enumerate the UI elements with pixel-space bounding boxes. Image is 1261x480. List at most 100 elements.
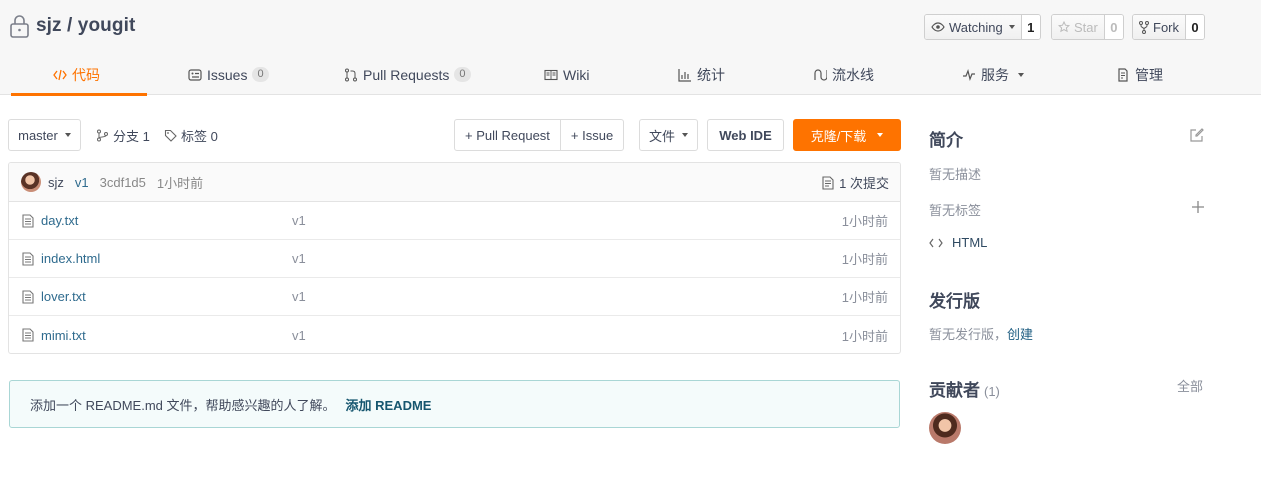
watch-count[interactable]: 1: [1021, 15, 1040, 39]
chevron-down-icon: [1018, 72, 1024, 77]
issues-icon: [188, 68, 202, 82]
avatar[interactable]: [21, 172, 41, 192]
file-commit-message[interactable]: v1: [292, 328, 306, 343]
file-name[interactable]: mimi.txt: [41, 328, 86, 343]
file-menu-button[interactable]: 文件: [639, 119, 698, 151]
file-list: sjz v1 3cdf1d5 1小时前 1 次提交 day.txt v1 1小时…: [8, 162, 901, 354]
file-icon: [22, 251, 34, 266]
tab-manage[interactable]: 管理: [1116, 54, 1163, 95]
contributors-title: 贡献者: [929, 381, 980, 400]
commit-hash[interactable]: 3cdf1d5: [100, 175, 146, 190]
create-group: + Pull Request + Issue: [454, 119, 625, 151]
table-row[interactable]: mimi.txt v1 1小时前: [9, 316, 900, 353]
branch-select[interactable]: master: [8, 119, 81, 151]
table-row[interactable]: index.html v1 1小时前: [9, 240, 900, 278]
contributors-heading: 贡献者 (1): [929, 376, 1000, 401]
file-icon: [22, 328, 34, 342]
clone-download-button[interactable]: 克隆/下载: [793, 119, 901, 151]
bar-chart-icon: [678, 68, 692, 82]
code-icon: [53, 68, 67, 82]
new-pull-request-button[interactable]: + Pull Request: [455, 120, 561, 150]
commit-count-link[interactable]: 1 次提交: [822, 163, 889, 202]
releases-heading: 发行版: [929, 292, 980, 311]
tab-pipeline-label: 流水线: [832, 66, 874, 83]
file-name[interactable]: day.txt: [41, 213, 78, 228]
tab-issues[interactable]: Issues 0: [188, 54, 269, 95]
tag-icon: [164, 129, 177, 142]
pulse-icon: [962, 68, 976, 82]
repo-header: sjz / yougit Watching 1 Star 0 Fork 0 代码…: [0, 0, 1261, 96]
file-menu-label: 文件: [648, 128, 675, 144]
watch-control[interactable]: Watching 1: [924, 14, 1041, 40]
star-button[interactable]: Star: [1052, 15, 1105, 39]
tab-services-label: 服务: [981, 66, 1009, 83]
table-row[interactable]: day.txt v1 1小时前: [9, 202, 900, 240]
create-release-link[interactable]: 创建: [1007, 327, 1033, 342]
chevron-down-icon: [64, 133, 71, 137]
tab-code[interactable]: 代码: [11, 54, 147, 96]
commit-author[interactable]: sjz: [48, 175, 64, 190]
commit-message[interactable]: v1: [75, 175, 89, 190]
tab-wiki-label: Wiki: [563, 66, 590, 83]
file-icon: [22, 289, 34, 304]
web-ide-button[interactable]: Web IDE: [707, 119, 784, 151]
no-description: 暂无描述: [929, 167, 982, 182]
branches-link[interactable]: 分支 1: [96, 126, 150, 145]
star-count[interactable]: 0: [1104, 15, 1123, 39]
tab-code-label: 代码: [72, 66, 100, 83]
tags-link[interactable]: 标签 0: [164, 126, 218, 145]
tab-services[interactable]: 服务: [962, 54, 1024, 95]
tab-manage-label: 管理: [1135, 66, 1163, 83]
chevron-down-icon: [682, 133, 688, 137]
file-name[interactable]: lover.txt: [41, 289, 86, 304]
repo-title: sjz / yougit: [9, 14, 135, 38]
eye-icon: [931, 22, 945, 32]
language-label: HTML: [952, 235, 988, 250]
add-readme-link[interactable]: 添加 README: [346, 395, 432, 414]
file-time: 1小时前: [841, 214, 888, 229]
star-label: Star: [1074, 19, 1098, 35]
star-icon: [1058, 21, 1070, 33]
code-icon: [929, 237, 943, 249]
tags-label: 标签 0: [181, 129, 218, 144]
issues-count-badge: 0: [252, 67, 269, 82]
chevron-down-icon: [1008, 25, 1015, 29]
new-issue-button[interactable]: + Issue: [561, 120, 623, 150]
releases-info: 暂无发行版，创建: [929, 324, 1033, 343]
file-name[interactable]: index.html: [41, 251, 100, 266]
commit-count: 1 次提交: [839, 176, 889, 191]
commit-history-icon: [822, 175, 834, 190]
edit-icon[interactable]: [1189, 127, 1205, 143]
branch-name: master: [18, 127, 58, 143]
latest-commit-bar: sjz v1 3cdf1d5 1小时前 1 次提交: [9, 163, 900, 202]
language-tag[interactable]: HTML: [929, 235, 987, 250]
file-commit-message[interactable]: v1: [292, 251, 306, 266]
star-control[interactable]: Star 0: [1051, 14, 1124, 40]
tab-stats-label: 统计: [697, 66, 725, 83]
no-tags: 暂无标签: [929, 203, 982, 218]
fork-button[interactable]: Fork: [1133, 15, 1186, 39]
readme-notice: 添加一个 README.md 文件，帮助感兴趣的人了解。 添加 README: [9, 380, 900, 428]
avatar[interactable]: [929, 412, 961, 444]
tab-pipeline[interactable]: 流水线: [813, 54, 874, 95]
fork-count[interactable]: 0: [1186, 15, 1204, 39]
fork-control[interactable]: Fork 0: [1132, 14, 1205, 40]
plus-icon[interactable]: [1191, 200, 1205, 214]
tab-wiki[interactable]: Wiki: [544, 54, 589, 95]
file-time: 1小时前: [841, 290, 888, 305]
table-row[interactable]: lover.txt v1 1小时前: [9, 278, 900, 316]
settings-doc-icon: [1116, 67, 1130, 82]
tab-stats[interactable]: 统计: [678, 54, 725, 95]
file-commit-message[interactable]: v1: [292, 289, 306, 304]
branch-icon: [96, 129, 109, 142]
repo-name[interactable]: sjz / yougit: [36, 15, 135, 37]
file-time: 1小时前: [841, 328, 888, 344]
pipeline-icon: [813, 68, 827, 82]
fork-label: Fork: [1153, 19, 1179, 35]
tab-pull-requests[interactable]: Pull Requests 0: [344, 54, 471, 95]
watch-button[interactable]: Watching: [925, 15, 1022, 39]
chevron-down-icon: [877, 133, 884, 137]
contributors-count: (1): [984, 384, 1000, 399]
all-contributors-link[interactable]: 全部: [1177, 376, 1203, 395]
file-commit-message[interactable]: v1: [292, 213, 306, 228]
